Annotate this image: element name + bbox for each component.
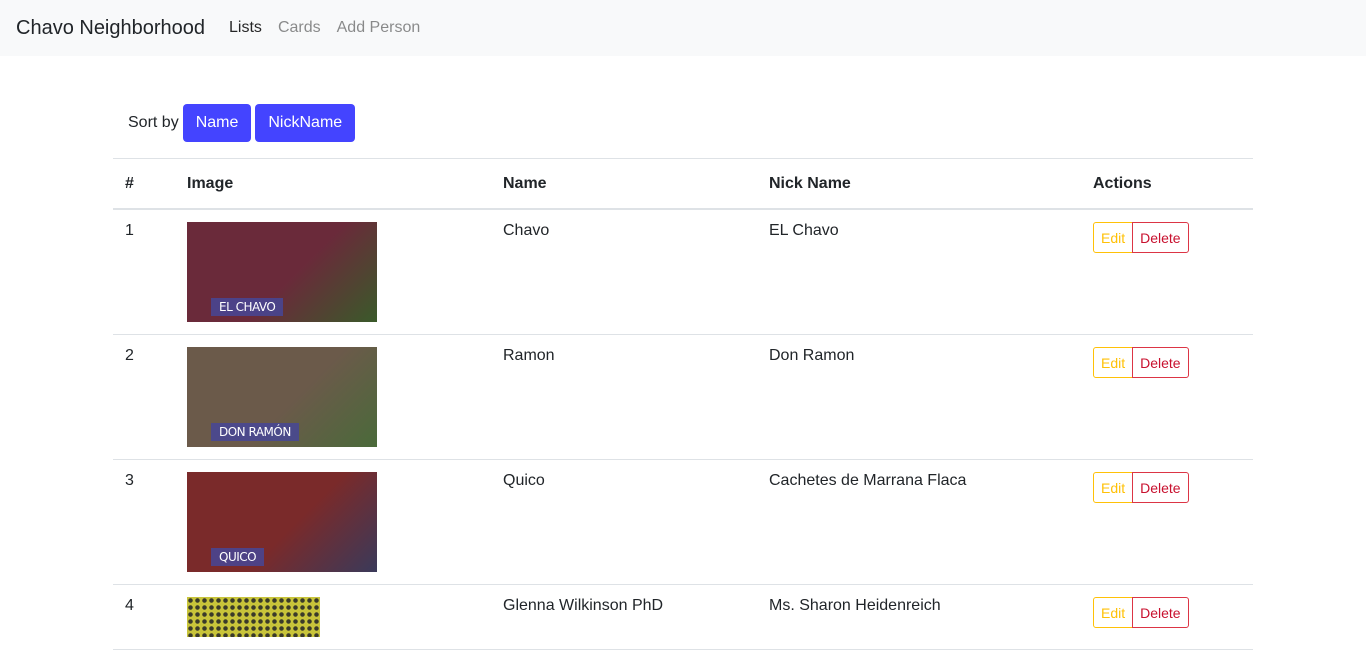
table-header-row: # Image Name Nick Name Actions (113, 158, 1253, 210)
edit-button[interactable]: Edit (1093, 472, 1134, 503)
table-row: 2 DON RAMÓN Ramon Don Ramon Edit Delete (113, 334, 1253, 460)
table-row: 1 EL CHAVO Chavo EL Chavo Edit Delete (113, 209, 1253, 335)
sort-by-nickname-button[interactable]: NickName (255, 104, 356, 142)
people-table: # Image Name Nick Name Actions 1 EL CHAV… (113, 158, 1253, 650)
delete-button[interactable]: Delete (1132, 222, 1189, 253)
sort-by-name-button[interactable]: Name (182, 104, 252, 142)
person-image: QUICO (187, 472, 377, 572)
sort-bar: Sort by Name NickName (128, 104, 1253, 142)
actions-cell: Edit Delete (1081, 584, 1253, 650)
nick-name-cell: Ms. Sharon Heidenreich (757, 584, 1081, 650)
image-cell: EL CHAVO (175, 209, 491, 335)
delete-button[interactable]: Delete (1132, 597, 1189, 628)
action-group: Edit Delete (1093, 347, 1241, 378)
actions-cell: Edit Delete (1081, 209, 1253, 335)
row-number: 3 (113, 459, 175, 585)
table-row: 4 Glenna Wilkinson PhD Ms. Sharon Heiden… (113, 584, 1253, 650)
name-cell: Ramon (491, 334, 757, 460)
main-container: Sort by Name NickName # Image Name Nick … (113, 56, 1253, 650)
person-image: EL CHAVO (187, 222, 377, 322)
header-name: Name (491, 158, 757, 210)
table-row: 3 QUICO Quico Cachetes de Marrana Flaca … (113, 459, 1253, 585)
image-caption: QUICO (211, 548, 265, 566)
action-group: Edit Delete (1093, 597, 1241, 628)
row-number: 2 (113, 334, 175, 460)
image-caption: DON RAMÓN (211, 423, 299, 441)
actions-cell: Edit Delete (1081, 334, 1253, 460)
person-image (187, 597, 320, 637)
header-nick-name: Nick Name (757, 158, 1081, 210)
row-number: 1 (113, 209, 175, 335)
action-group: Edit Delete (1093, 222, 1241, 253)
header-number: # (113, 158, 175, 210)
nav-link-lists[interactable]: Lists (229, 19, 262, 37)
delete-button[interactable]: Delete (1132, 347, 1189, 378)
header-image: Image (175, 158, 491, 210)
delete-button[interactable]: Delete (1132, 472, 1189, 503)
nick-name-cell: Don Ramon (757, 334, 1081, 460)
image-caption: EL CHAVO (211, 298, 284, 316)
edit-button[interactable]: Edit (1093, 222, 1134, 253)
row-number: 4 (113, 584, 175, 650)
person-image: DON RAMÓN (187, 347, 377, 447)
nick-name-cell: Cachetes de Marrana Flaca (757, 459, 1081, 585)
edit-button[interactable]: Edit (1093, 347, 1134, 378)
name-cell: Glenna Wilkinson PhD (491, 584, 757, 650)
action-group: Edit Delete (1093, 472, 1241, 503)
nick-name-cell: EL Chavo (757, 209, 1081, 335)
edit-button[interactable]: Edit (1093, 597, 1134, 628)
name-cell: Quico (491, 459, 757, 585)
name-cell: Chavo (491, 209, 757, 335)
brand-title[interactable]: Chavo Neighborhood (16, 17, 205, 40)
header-actions: Actions (1081, 158, 1253, 210)
nav-link-add-person[interactable]: Add Person (337, 19, 421, 37)
image-cell: QUICO (175, 459, 491, 585)
actions-cell: Edit Delete (1081, 459, 1253, 585)
nav-link-cards[interactable]: Cards (278, 19, 321, 37)
navbar: Chavo Neighborhood Lists Cards Add Perso… (0, 0, 1366, 56)
image-cell (175, 584, 491, 650)
image-cell: DON RAMÓN (175, 334, 491, 460)
sort-label: Sort by (128, 114, 179, 131)
